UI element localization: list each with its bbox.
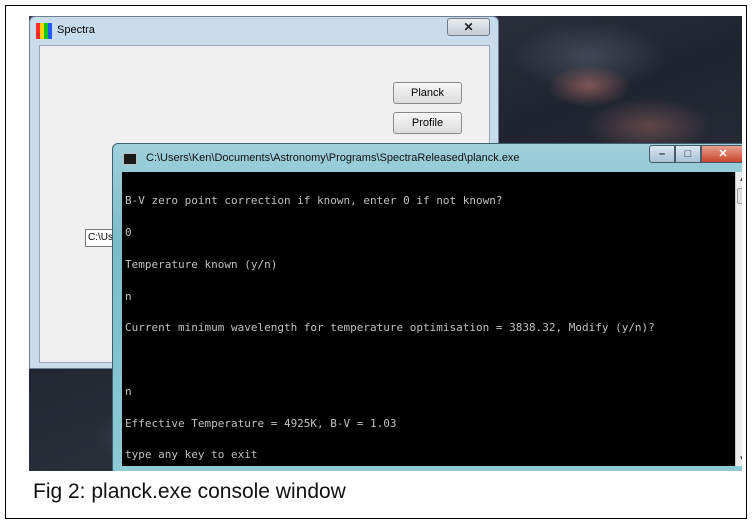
console-line: n [125,384,132,398]
console-line: n [125,289,132,303]
console-line: Temperature known (y/n) [125,257,278,271]
console-close-button[interactable]: ✕ [701,145,742,163]
spectra-titlebar[interactable]: Spectra ✕ [30,17,498,45]
spectra-close-button[interactable]: ✕ [447,18,490,36]
console-line: type any key to exit [125,448,258,462]
console-line: 0 [125,225,132,239]
path-input[interactable]: C:\Users\Ken\Documents [85,229,115,247]
spectra-app-icon [36,23,52,39]
maximize-button[interactable]: □ [675,145,701,163]
figure-frame: Spectra ✕ Planck Profile C:\Users\Ken\Do… [5,5,747,519]
scroll-down-icon[interactable]: ▼ [736,452,742,466]
scroll-up-icon[interactable]: ▲ [736,172,742,186]
console-window-controls: – □ ✕ [649,145,742,163]
desktop-screenshot: Spectra ✕ Planck Profile C:\Users\Ken\Do… [29,16,742,471]
console-title: C:\Users\Ken\Documents\Astronomy\Program… [146,152,520,164]
console-scrollbar[interactable]: ▲ ▼ [735,172,742,466]
figure-caption: Fig 2: planck.exe console window [33,480,346,503]
console-line: Effective Temperature = 4925K, B-V = 1.0… [125,416,397,430]
minimize-button[interactable]: – [649,145,675,163]
scroll-thumb[interactable] [737,188,742,204]
console-output[interactable]: B-V zero point correction if known, ente… [122,172,735,466]
icon-stripe-blue [48,23,52,39]
console-window: C:\Users\Ken\Documents\Astronomy\Program… [112,143,742,471]
console-line: Current minimum wavelength for temperatu… [125,321,655,335]
profile-button[interactable]: Profile [393,112,462,134]
spectra-title: Spectra [57,24,95,36]
console-line: B-V zero point correction if known, ente… [125,194,503,208]
planck-button[interactable]: Planck [393,82,462,104]
console-icon [123,153,137,165]
